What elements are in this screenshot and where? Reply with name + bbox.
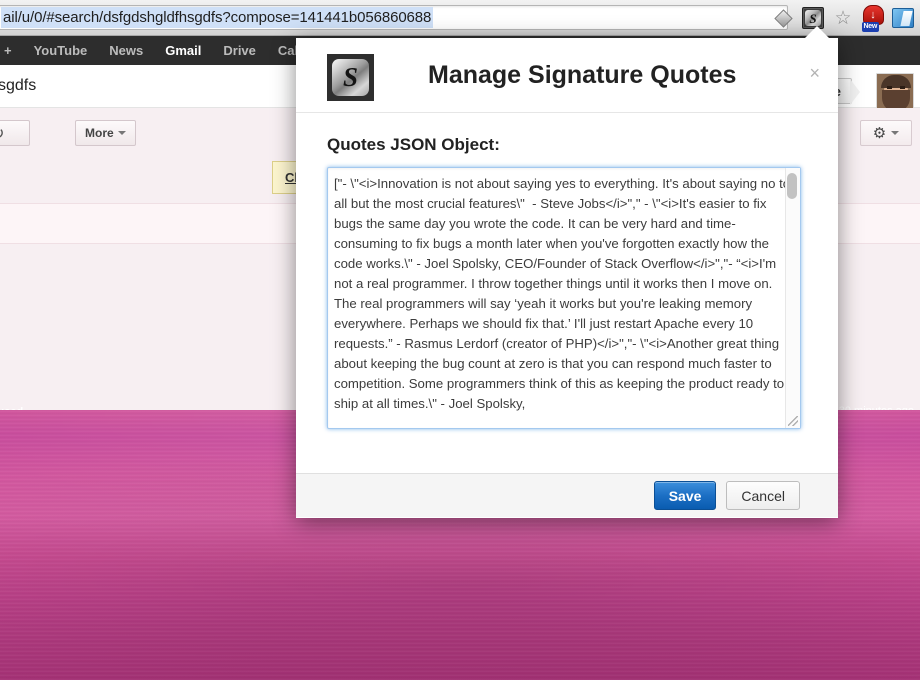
refresh-icon: ↻ [0, 125, 5, 142]
storage-usage-text: GB used [0, 406, 23, 410]
avatar[interactable] [876, 73, 914, 111]
star-icon: ☆ [834, 7, 852, 29]
gbar-item-plus[interactable]: + [2, 43, 23, 58]
browser-toolbar: ail/u/0/#search/dsfgdshgldfhsgdfs?compos… [0, 0, 920, 36]
new-badge: New [861, 22, 879, 32]
quotes-json-label: Quotes JSON Object: [327, 135, 500, 154]
search-input[interactable]: sgdfs [0, 77, 36, 95]
save-button[interactable]: Save [653, 481, 717, 510]
gbar-item-news[interactable]: News [98, 43, 154, 58]
blue-app-button[interactable] [890, 5, 916, 31]
popup-pointer-arrow [805, 26, 829, 38]
signature-app-icon: S [332, 59, 369, 96]
gbar-item-gmail[interactable]: Gmail [154, 43, 212, 58]
dialog-title: Manage Signature Quotes [428, 61, 737, 89]
address-bar-url: ail/u/0/#search/dsfgdshgldfhsgdfs?compos… [1, 7, 434, 28]
save-button-label: Save [668, 487, 702, 504]
quotes-json-textarea[interactable] [327, 167, 801, 429]
close-icon[interactable]: × [809, 64, 820, 82]
gear-icon: ⚙ [872, 124, 887, 142]
cancel-button[interactable]: Cancel [726, 481, 800, 510]
more-button[interactable]: More [75, 120, 136, 146]
app-icon: S [327, 54, 374, 101]
download-badge-button[interactable]: ↓ New [860, 5, 886, 32]
screen: sgdfs Share ↻ More ⚙ [0, 0, 920, 680]
extension-s-icon: S [805, 10, 821, 26]
chevron-down-icon [117, 131, 126, 135]
last-activity-info: : 30 minutes ago Details [833, 404, 914, 410]
down-arrow-icon: ↓ [870, 8, 876, 21]
dialog-body: Quotes JSON Object: [296, 113, 838, 473]
refresh-button[interactable]: ↻ [0, 120, 30, 146]
dialog-footer: Save Cancel [296, 473, 838, 517]
last-activity-text: : 30 minutes ago [833, 405, 914, 410]
manage-signature-quotes-dialog: S Manage Signature Quotes × Quotes JSON … [296, 38, 838, 518]
more-button-label: More [85, 126, 114, 140]
diamond-icon[interactable] [770, 5, 796, 31]
avatar-eyes [887, 86, 905, 89]
gbar-item-drive[interactable]: Drive [212, 43, 267, 58]
chevron-down-icon [891, 131, 900, 135]
gbar-item-youtube[interactable]: YouTube [23, 43, 99, 58]
quotes-json-field-wrapper [327, 167, 801, 429]
address-bar[interactable]: ail/u/0/#search/dsfgdshgldfhsgdfs?compos… [0, 5, 788, 30]
bookmark-star-button[interactable]: ☆ [830, 5, 856, 31]
browser-toolbar-icons: S ☆ ↓ New [770, 3, 916, 33]
cancel-button-label: Cancel [741, 487, 785, 504]
settings-button[interactable]: ⚙ [860, 120, 912, 146]
dialog-header: S Manage Signature Quotes × [296, 38, 838, 113]
blue-app-icon [892, 8, 914, 28]
